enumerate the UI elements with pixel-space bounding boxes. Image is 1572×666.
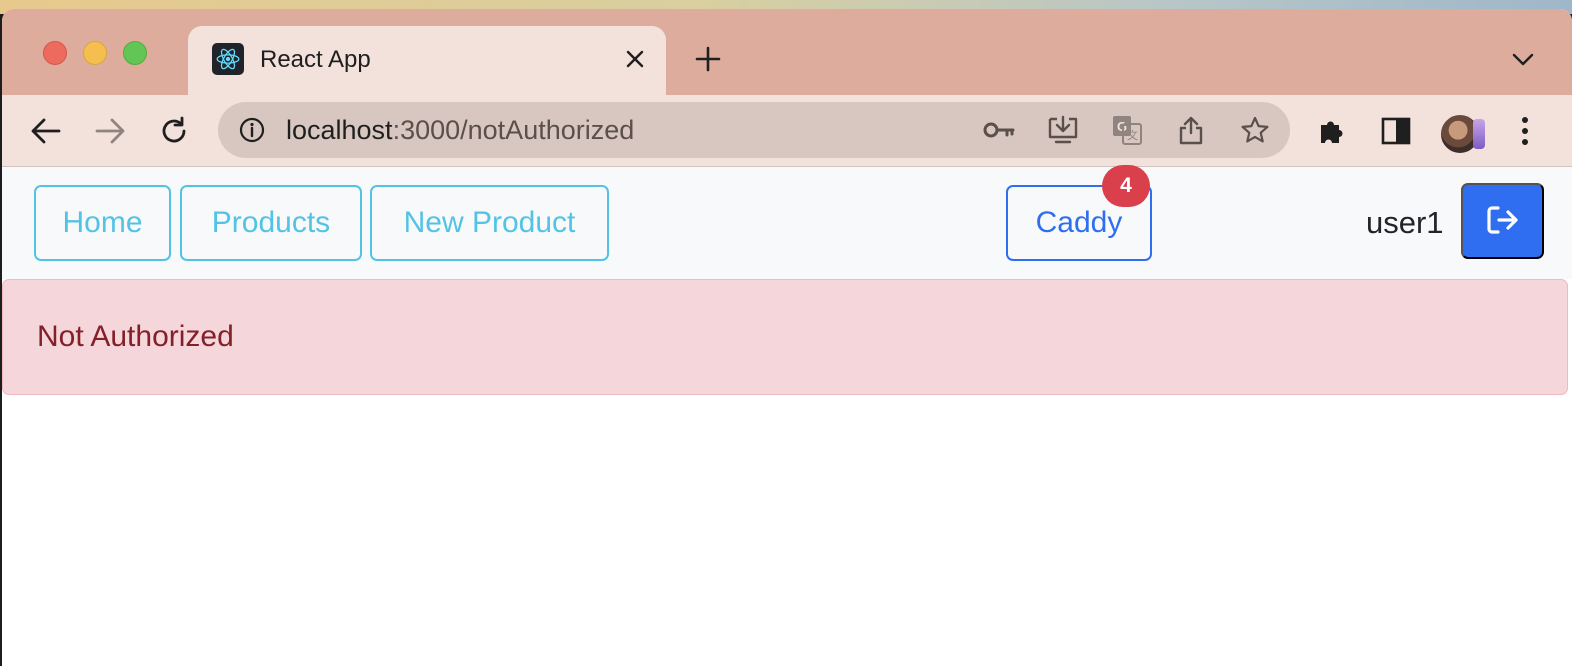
browser-window: React App localhost:3000/notAuthorized G…	[2, 9, 1572, 666]
nav-home-button[interactable]: Home	[34, 185, 171, 261]
danger-alert: Not Authorized	[2, 279, 1568, 395]
share-icon[interactable]	[1174, 114, 1208, 146]
side-panel-icon[interactable]	[1378, 113, 1414, 149]
nav-new-product-button[interactable]: New Product	[370, 185, 609, 261]
arrow-left-icon[interactable]	[28, 113, 64, 149]
svg-text:文: 文	[1127, 128, 1138, 142]
react-icon	[212, 43, 244, 75]
browser-toolbar: localhost:3000/notAuthorized G文	[2, 95, 1572, 167]
star-icon[interactable]	[1238, 114, 1272, 146]
tab-strip: React App	[2, 9, 1572, 95]
chevron-down-icon[interactable]	[1508, 47, 1538, 73]
navbar: Home Products New Product Caddy 4 user1	[2, 165, 1572, 279]
zoom-window-button[interactable]	[123, 41, 147, 65]
install-icon[interactable]	[1046, 114, 1080, 146]
page-content: Home Products New Product Caddy 4 user1 …	[2, 165, 1572, 666]
cart-count-badge: 4	[1102, 165, 1150, 207]
kebab-menu-icon[interactable]	[1507, 113, 1543, 149]
url-host: localhost	[286, 115, 393, 145]
info-icon[interactable]	[238, 116, 266, 144]
puzzle-icon[interactable]	[1314, 113, 1350, 149]
browser-tab[interactable]: React App	[188, 26, 666, 95]
address-bar[interactable]: localhost:3000/notAuthorized G文	[218, 102, 1290, 158]
logout-button[interactable]	[1461, 183, 1544, 259]
profile-avatar[interactable]	[1439, 113, 1485, 155]
alert-message: Not Authorized	[37, 320, 234, 353]
translate-icon[interactable]: G文	[1110, 114, 1144, 146]
username: user1	[1366, 205, 1444, 240]
url-text: localhost:3000/notAuthorized	[286, 115, 634, 146]
minimize-window-button[interactable]	[83, 41, 107, 65]
tab-title: React App	[260, 46, 371, 73]
logout-icon	[1486, 205, 1520, 238]
new-tab-icon[interactable]	[692, 43, 724, 75]
close-window-button[interactable]	[43, 41, 67, 65]
url-path: :3000/notAuthorized	[392, 115, 635, 145]
close-tab-icon[interactable]	[620, 44, 650, 74]
nav-products-button[interactable]: Products	[180, 185, 362, 261]
reload-icon[interactable]	[156, 113, 192, 149]
arrow-right-icon[interactable]	[92, 113, 128, 149]
key-icon[interactable]	[982, 114, 1016, 146]
